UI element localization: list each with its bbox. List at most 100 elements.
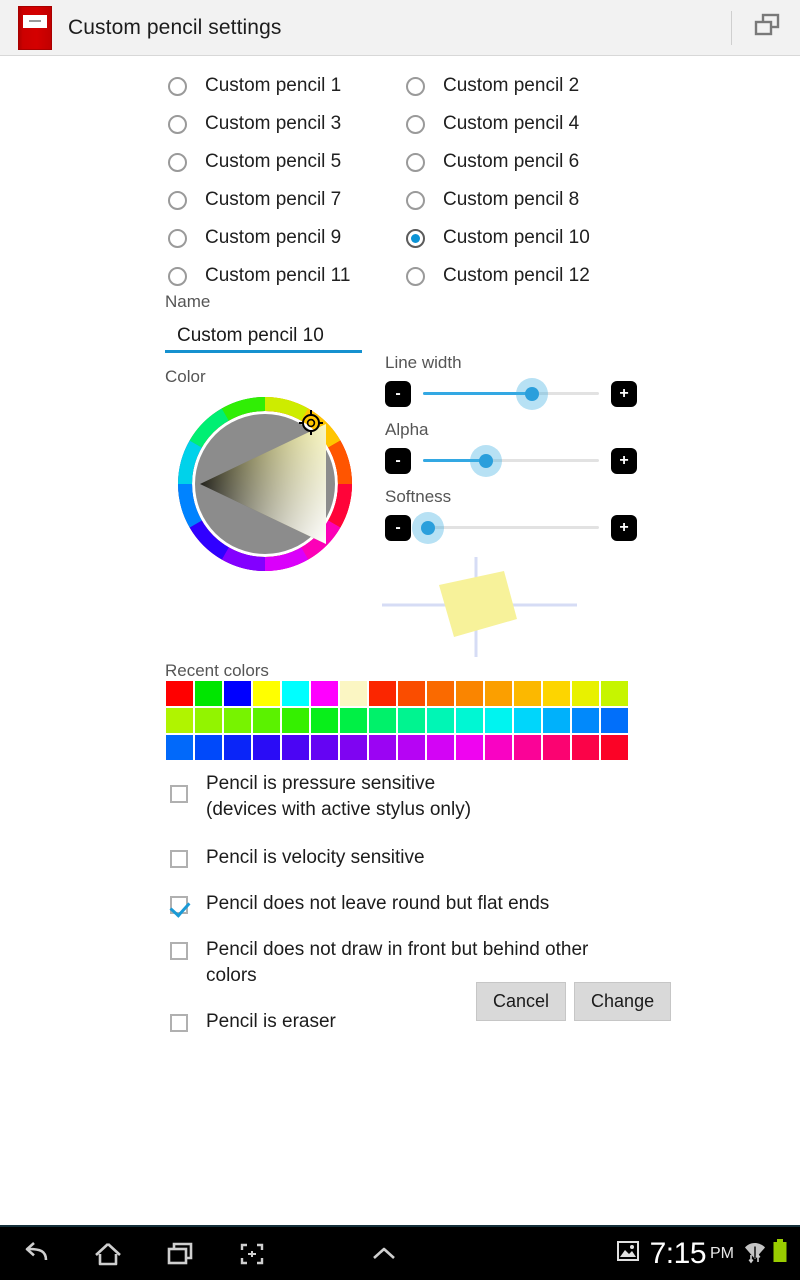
back-arrow-icon[interactable] bbox=[0, 1226, 72, 1280]
color-swatch[interactable] bbox=[282, 708, 309, 733]
color-swatch[interactable] bbox=[166, 681, 193, 706]
color-swatch[interactable] bbox=[311, 735, 338, 760]
pencil-option-12[interactable]: Custom pencil 12 bbox=[406, 257, 644, 295]
color-swatch[interactable] bbox=[195, 735, 222, 760]
color-swatch[interactable] bbox=[311, 708, 338, 733]
color-swatch[interactable] bbox=[369, 708, 396, 733]
color-swatch[interactable] bbox=[311, 681, 338, 706]
pencil-option-2[interactable]: Custom pencil 2 bbox=[406, 67, 644, 105]
color-swatch[interactable] bbox=[398, 708, 425, 733]
color-swatch[interactable] bbox=[340, 708, 367, 733]
color-swatch[interactable] bbox=[253, 708, 280, 733]
screenshot-capture-icon[interactable] bbox=[216, 1226, 288, 1280]
color-swatch[interactable] bbox=[195, 681, 222, 706]
alpha-decrease-button[interactable]: - bbox=[385, 448, 411, 474]
pencil-option-1[interactable]: Custom pencil 1 bbox=[168, 67, 406, 105]
color-swatch[interactable] bbox=[601, 735, 628, 760]
color-swatch[interactable] bbox=[514, 735, 541, 760]
radio-icon[interactable] bbox=[406, 76, 425, 96]
pencil-option-3[interactable]: Custom pencil 3 bbox=[168, 105, 406, 143]
pencil-option-5[interactable]: Custom pencil 5 bbox=[168, 143, 406, 181]
color-swatch[interactable] bbox=[195, 708, 222, 733]
checkbox-icon[interactable] bbox=[170, 1014, 188, 1032]
color-swatch[interactable] bbox=[485, 735, 512, 760]
line-width-decrease-button[interactable]: - bbox=[385, 381, 411, 407]
color-swatch[interactable] bbox=[514, 681, 541, 706]
checkbox-icon-checked[interactable] bbox=[170, 896, 188, 914]
color-swatch[interactable] bbox=[253, 681, 280, 706]
color-swatch[interactable] bbox=[224, 681, 251, 706]
color-swatch[interactable] bbox=[253, 735, 280, 760]
chevron-up-icon[interactable] bbox=[348, 1226, 420, 1280]
alpha-increase-button[interactable]: + bbox=[611, 448, 637, 474]
color-swatch[interactable] bbox=[572, 708, 599, 733]
color-swatch[interactable] bbox=[166, 735, 193, 760]
radio-icon[interactable] bbox=[168, 266, 187, 286]
color-swatch[interactable] bbox=[514, 708, 541, 733]
color-swatch[interactable] bbox=[398, 735, 425, 760]
color-swatch[interactable] bbox=[543, 735, 570, 760]
change-button[interactable]: Change bbox=[574, 982, 672, 1021]
cancel-button[interactable]: Cancel bbox=[476, 982, 567, 1021]
pencil-option-7[interactable]: Custom pencil 7 bbox=[168, 181, 406, 219]
color-swatch[interactable] bbox=[282, 681, 309, 706]
color-swatch[interactable] bbox=[456, 681, 483, 706]
radio-icon[interactable] bbox=[406, 190, 425, 210]
color-swatch[interactable] bbox=[543, 708, 570, 733]
color-swatch[interactable] bbox=[427, 735, 454, 760]
color-swatch[interactable] bbox=[601, 681, 628, 706]
radio-icon-selected[interactable] bbox=[406, 228, 425, 248]
radio-icon[interactable] bbox=[168, 114, 187, 134]
multi-window-icon[interactable] bbox=[754, 13, 780, 42]
color-swatch[interactable] bbox=[224, 735, 251, 760]
line-width-track[interactable] bbox=[423, 377, 599, 410]
radio-icon[interactable] bbox=[168, 190, 187, 210]
pencil-option-6[interactable]: Custom pencil 6 bbox=[406, 143, 644, 181]
softness-track[interactable] bbox=[412, 511, 599, 544]
color-swatch[interactable] bbox=[282, 735, 309, 760]
recent-apps-icon[interactable] bbox=[144, 1226, 216, 1280]
radio-icon[interactable] bbox=[168, 152, 187, 172]
color-swatch[interactable] bbox=[456, 708, 483, 733]
color-swatch[interactable] bbox=[166, 708, 193, 733]
radio-icon[interactable] bbox=[168, 228, 187, 248]
recent-colors-grid[interactable] bbox=[166, 681, 629, 761]
checkbox-velocity-sensitive[interactable]: Pencil is velocity sensitive bbox=[170, 839, 630, 871]
checkbox-icon[interactable] bbox=[170, 785, 188, 803]
color-swatch[interactable] bbox=[572, 681, 599, 706]
color-swatch[interactable] bbox=[398, 681, 425, 706]
color-swatch[interactable] bbox=[369, 681, 396, 706]
radio-icon[interactable] bbox=[406, 152, 425, 172]
color-swatch[interactable] bbox=[427, 681, 454, 706]
checkbox-draw-behind[interactable]: Pencil does not draw in front but behind… bbox=[170, 931, 630, 989]
softness-decrease-button[interactable]: - bbox=[385, 515, 411, 541]
name-input[interactable] bbox=[165, 321, 362, 353]
home-icon[interactable] bbox=[72, 1226, 144, 1280]
radio-icon[interactable] bbox=[406, 266, 425, 286]
pencil-option-4[interactable]: Custom pencil 4 bbox=[406, 105, 644, 143]
checkbox-icon[interactable] bbox=[170, 850, 188, 868]
color-swatch[interactable] bbox=[224, 708, 251, 733]
color-swatch[interactable] bbox=[340, 681, 367, 706]
color-swatch[interactable] bbox=[427, 708, 454, 733]
pencil-option-9[interactable]: Custom pencil 9 bbox=[168, 219, 406, 257]
pencil-option-11[interactable]: Custom pencil 11 bbox=[168, 257, 406, 295]
color-swatch[interactable] bbox=[601, 708, 628, 733]
color-wheel-picker[interactable] bbox=[178, 397, 352, 571]
alpha-track[interactable] bbox=[423, 444, 599, 477]
checkbox-icon[interactable] bbox=[170, 942, 188, 960]
softness-increase-button[interactable]: + bbox=[611, 515, 637, 541]
radio-icon[interactable] bbox=[406, 114, 425, 134]
radio-icon[interactable] bbox=[168, 76, 187, 96]
pencil-option-10[interactable]: Custom pencil 10 bbox=[406, 219, 644, 257]
color-swatch[interactable] bbox=[572, 735, 599, 760]
line-width-increase-button[interactable]: + bbox=[611, 381, 637, 407]
color-swatch[interactable] bbox=[485, 681, 512, 706]
color-swatch[interactable] bbox=[485, 708, 512, 733]
color-swatch[interactable] bbox=[543, 681, 570, 706]
color-swatch[interactable] bbox=[369, 735, 396, 760]
checkbox-flat-ends[interactable]: Pencil does not leave round but flat end… bbox=[170, 885, 630, 917]
color-swatch[interactable] bbox=[340, 735, 367, 760]
pencil-option-8[interactable]: Custom pencil 8 bbox=[406, 181, 644, 219]
color-swatch[interactable] bbox=[456, 735, 483, 760]
